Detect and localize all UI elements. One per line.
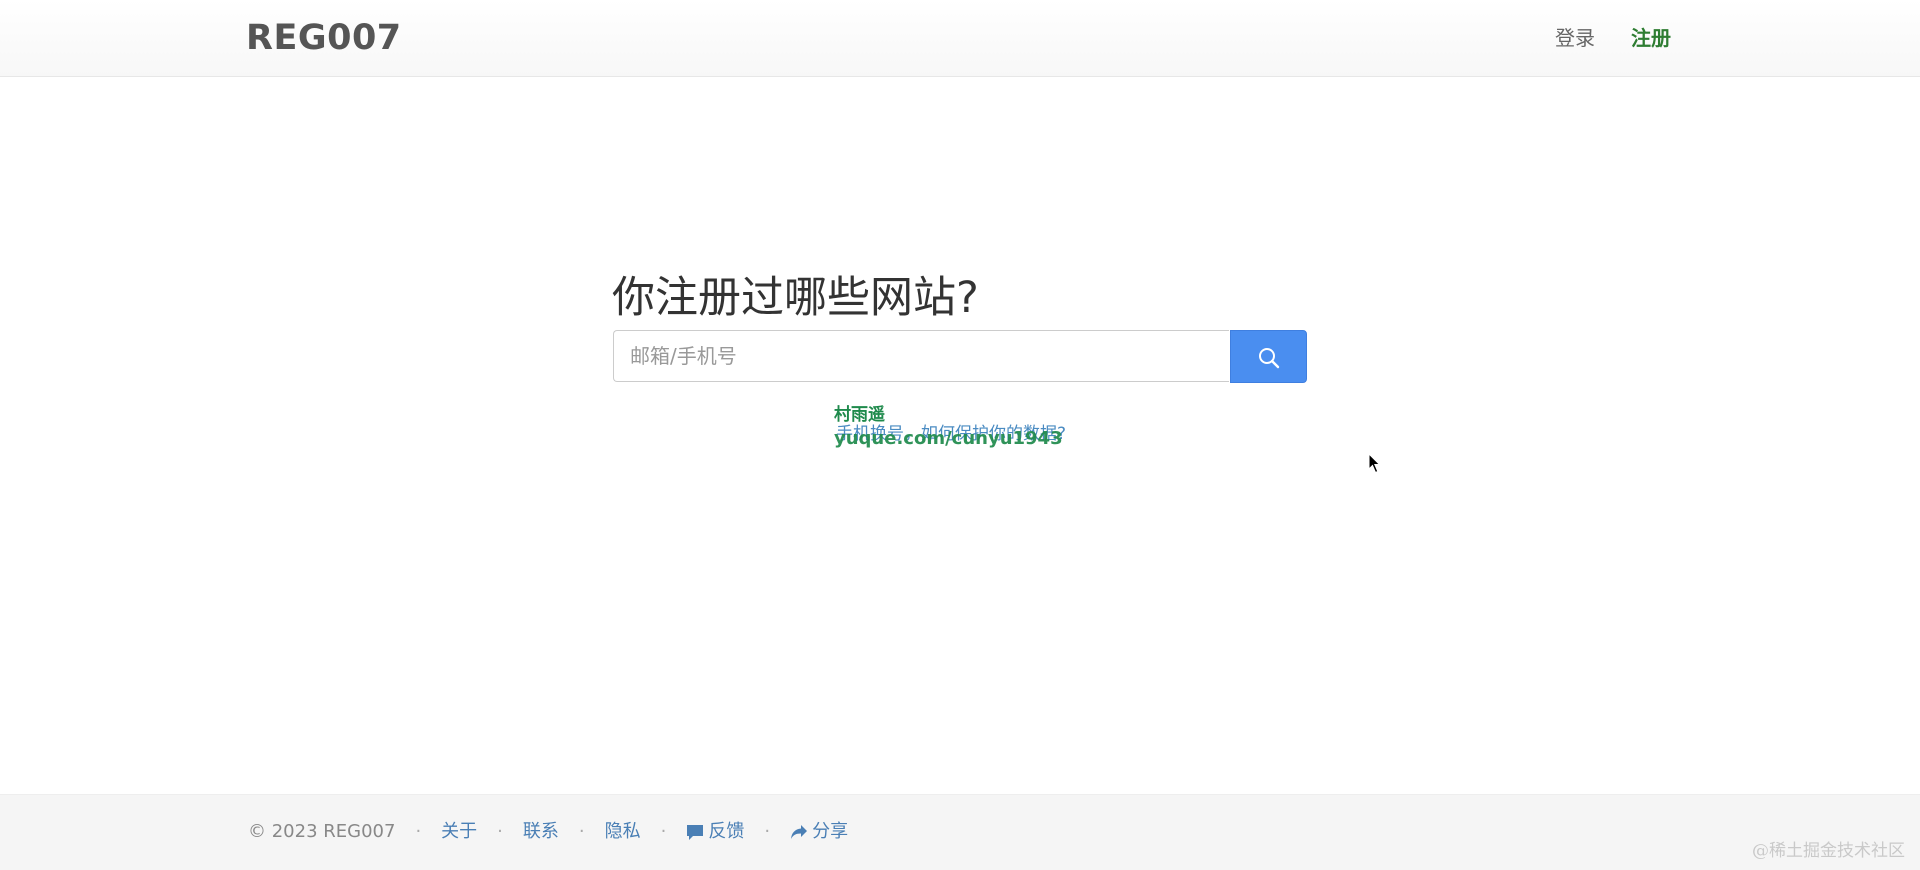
top-navbar: REG007 登录 注册 [0, 0, 1920, 77]
search-icon [1259, 348, 1280, 369]
footer-separator: · [660, 821, 667, 842]
page-headline: 你注册过哪些网站? [612, 273, 979, 323]
mouse-cursor-icon [1368, 453, 1381, 474]
footer-contact-link[interactable]: 联系 [523, 819, 559, 845]
footer-links-row: © 2023 REG007 · 关于 · 联系 · 隐私 · 反馈 · 分享 [248, 819, 848, 845]
search-button[interactable] [1230, 330, 1307, 383]
register-link[interactable]: 注册 [1631, 22, 1671, 54]
footer-copyright: © 2023 REG007 [248, 821, 396, 842]
overlay-watermark-url: yuque.com/cunyu1943 [834, 428, 1063, 449]
site-watermark: @稀土掘金技术社区 [1752, 841, 1905, 861]
footer-about-link[interactable]: 关于 [441, 819, 477, 845]
footer-feedback-label: 反馈 [708, 821, 745, 842]
footer-share-link[interactable]: 分享 [790, 819, 848, 845]
footer-separator: · [497, 821, 503, 842]
comment-icon [687, 824, 704, 840]
share-icon [791, 825, 808, 839]
page-footer: © 2023 REG007 · 关于 · 联系 · 隐私 · 反馈 · 分享 [0, 794, 1920, 870]
overlay-watermark-name: 村雨遥 [834, 405, 885, 425]
footer-share-label: 分享 [812, 821, 849, 842]
brand-logo[interactable]: REG007 [246, 16, 402, 60]
search-input[interactable] [613, 330, 1229, 382]
footer-feedback-link[interactable]: 反馈 [686, 819, 744, 845]
footer-separator: · [578, 821, 585, 842]
login-link[interactable]: 登录 [1555, 22, 1595, 54]
footer-privacy-link[interactable]: 隐私 [605, 819, 641, 845]
footer-separator: · [764, 821, 771, 842]
footer-separator: · [415, 821, 422, 842]
